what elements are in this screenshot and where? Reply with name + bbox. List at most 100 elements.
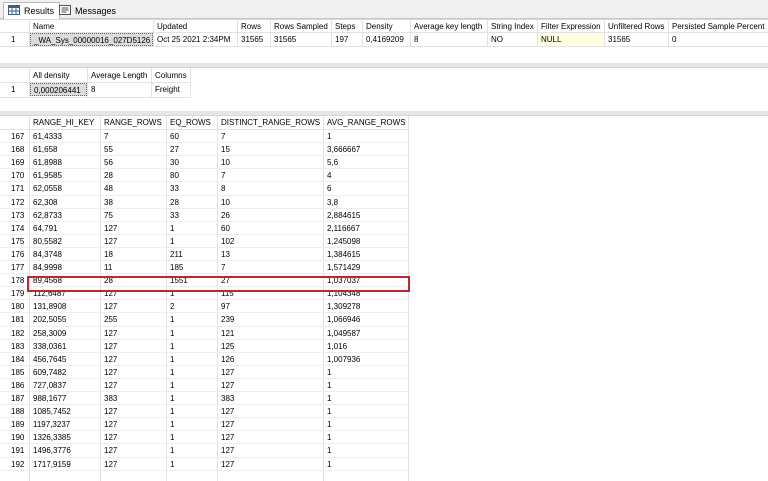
eq-rows-cell[interactable]: 33 xyxy=(167,182,216,195)
avg-range-rows-cell[interactable]: 1,384615 xyxy=(324,248,408,261)
avg-range-rows-cell[interactable]: 1 xyxy=(324,366,408,379)
col-header-string-index[interactable]: String Index xyxy=(488,20,536,33)
eq-rows-cell[interactable]: 1 xyxy=(167,340,216,353)
stat-updated-cell[interactable]: Oct 25 2021 2:34PM xyxy=(154,33,236,46)
row-number[interactable]: 1 xyxy=(8,33,28,46)
range-hi-key-cell[interactable]: 62,308 xyxy=(30,196,99,209)
avg-range-rows-cell[interactable]: 5,6 xyxy=(324,156,408,169)
range-hi-key-cell[interactable]: 258,3009 xyxy=(30,327,99,340)
distinct-range-rows-cell[interactable]: 127 xyxy=(218,444,322,457)
eq-rows-cell[interactable]: 1 xyxy=(167,222,216,235)
row-number[interactable]: 192 xyxy=(8,458,28,471)
tab-results[interactable]: Results xyxy=(3,2,61,19)
eq-rows-cell[interactable]: 185 xyxy=(167,261,216,274)
row-number[interactable]: 167 xyxy=(8,130,28,143)
avg-range-rows-cell[interactable]: 4 xyxy=(324,169,408,182)
range-hi-key-cell[interactable]: 61,9585 xyxy=(30,169,99,182)
distinct-range-rows-cell[interactable]: 15 xyxy=(218,143,322,156)
all-density-cell[interactable]: 0,000206441 xyxy=(30,83,87,96)
distinct-range-rows-cell[interactable]: 102 xyxy=(218,235,322,248)
range-rows-cell[interactable]: 127 xyxy=(101,431,165,444)
avg-range-rows-cell[interactable]: 3,8 xyxy=(324,196,408,209)
col-header-updated[interactable]: Updated xyxy=(154,20,236,33)
range-hi-key-cell[interactable]: 609,7482 xyxy=(30,366,99,379)
col-header-density[interactable]: Density xyxy=(363,20,409,33)
avg-range-rows-cell[interactable]: 1 xyxy=(324,431,408,444)
row-number[interactable]: 178 xyxy=(8,274,28,287)
row-number[interactable]: 184 xyxy=(8,353,28,366)
row-number[interactable]: 170 xyxy=(8,169,28,182)
row-number[interactable]: 175 xyxy=(8,235,28,248)
distinct-range-rows-cell[interactable]: 239 xyxy=(218,313,322,326)
col-header-rows[interactable]: Rows xyxy=(238,20,269,33)
range-hi-key-cell[interactable]: 80,5582 xyxy=(30,235,99,248)
distinct-range-rows-cell[interactable]: 127 xyxy=(218,405,322,418)
stat-average-key-length-cell[interactable]: 8 xyxy=(411,33,486,46)
range-hi-key-cell[interactable]: 1496,3776 xyxy=(30,444,99,457)
row-number[interactable]: 176 xyxy=(8,248,28,261)
stat-persisted-sample-percent-cell[interactable]: 0 xyxy=(669,33,768,46)
distinct-range-rows-cell[interactable]: 13 xyxy=(218,248,322,261)
col-header-all-density[interactable]: All density xyxy=(30,69,86,82)
range-rows-cell[interactable]: 11 xyxy=(101,261,165,274)
eq-rows-cell[interactable]: 1 xyxy=(167,444,216,457)
avg-range-rows-cell[interactable]: 1,049587 xyxy=(324,327,408,340)
avg-range-rows-cell[interactable]: 3,666667 xyxy=(324,143,408,156)
avg-range-rows-cell[interactable]: 1,245098 xyxy=(324,235,408,248)
row-number[interactable]: 186 xyxy=(8,379,28,392)
row-number[interactable]: 191 xyxy=(8,444,28,457)
avg-range-rows-cell[interactable]: 1 xyxy=(324,444,408,457)
col-header-filter-expression[interactable]: Filter Expression xyxy=(538,20,603,33)
stat-name-cell[interactable]: _WA_Sys_00000016_027D5126 xyxy=(30,33,153,46)
range-hi-key-cell[interactable]: 988,1677 xyxy=(30,392,99,405)
eq-rows-cell[interactable]: 33 xyxy=(167,209,216,222)
eq-rows-cell[interactable]: 1 xyxy=(167,458,216,471)
col-header-columns[interactable]: Columns xyxy=(152,69,190,82)
average-length-cell[interactable]: 8 xyxy=(88,83,150,96)
avg-range-rows-cell[interactable]: 1,016 xyxy=(324,340,408,353)
range-hi-key-cell[interactable]: 61,658 xyxy=(30,143,99,156)
avg-range-rows-cell[interactable]: 2,116667 xyxy=(324,222,408,235)
avg-range-rows-cell[interactable]: 1 xyxy=(324,458,408,471)
avg-range-rows-cell[interactable]: 1 xyxy=(324,379,408,392)
range-rows-cell[interactable]: 56 xyxy=(101,156,165,169)
distinct-range-rows-cell[interactable]: 126 xyxy=(218,353,322,366)
distinct-range-rows-cell[interactable]: 121 xyxy=(218,327,322,340)
stat-unfiltered-rows-cell[interactable]: 31565 xyxy=(605,33,667,46)
col-header-rows-sampled[interactable]: Rows Sampled xyxy=(271,20,330,33)
range-hi-key-cell[interactable]: 61,4333 xyxy=(30,130,99,143)
range-rows-cell[interactable]: 75 xyxy=(101,209,165,222)
eq-rows-cell[interactable]: 1 xyxy=(167,327,216,340)
range-rows-cell[interactable]: 127 xyxy=(101,222,165,235)
range-rows-cell[interactable]: 18 xyxy=(101,248,165,261)
stat-string-index-cell[interactable]: NO xyxy=(488,33,536,46)
range-hi-key-cell[interactable]: 456,7645 xyxy=(30,353,99,366)
avg-range-rows-cell[interactable]: 1 xyxy=(324,130,408,143)
avg-range-rows-cell[interactable]: 1 xyxy=(324,392,408,405)
eq-rows-cell[interactable]: 1 xyxy=(167,392,216,405)
eq-rows-cell[interactable]: 1 xyxy=(167,418,216,431)
range-rows-cell[interactable]: 383 xyxy=(101,392,165,405)
range-rows-cell[interactable]: 127 xyxy=(101,340,165,353)
col-header-persisted-sample-percent[interactable]: Persisted Sample Percent xyxy=(669,20,768,33)
col-header-steps[interactable]: Steps xyxy=(332,20,361,33)
range-rows-cell[interactable]: 28 xyxy=(101,169,165,182)
distinct-range-rows-cell[interactable]: 127 xyxy=(218,458,322,471)
range-rows-cell[interactable]: 38 xyxy=(101,196,165,209)
distinct-range-rows-cell[interactable]: 125 xyxy=(218,340,322,353)
distinct-range-rows-cell[interactable]: 26 xyxy=(218,209,322,222)
eq-rows-cell[interactable]: 1 xyxy=(167,366,216,379)
distinct-range-rows-cell[interactable]: 97 xyxy=(218,300,322,313)
range-hi-key-cell[interactable]: 1326,3385 xyxy=(30,431,99,444)
row-number[interactable]: 180 xyxy=(8,300,28,313)
row-number[interactable]: 181 xyxy=(8,313,28,326)
tab-messages[interactable]: Messages xyxy=(55,2,121,19)
range-rows-cell[interactable]: 127 xyxy=(101,353,165,366)
range-hi-key-cell[interactable]: 61,8988 xyxy=(30,156,99,169)
range-rows-cell[interactable]: 7 xyxy=(101,130,165,143)
range-rows-cell[interactable]: 127 xyxy=(101,444,165,457)
row-number[interactable]: 179 xyxy=(8,287,28,300)
col-header-range-rows[interactable]: RANGE_ROWS xyxy=(101,116,165,129)
avg-range-rows-cell[interactable]: 1,571429 xyxy=(324,261,408,274)
range-hi-key-cell[interactable]: 1197,3237 xyxy=(30,418,99,431)
